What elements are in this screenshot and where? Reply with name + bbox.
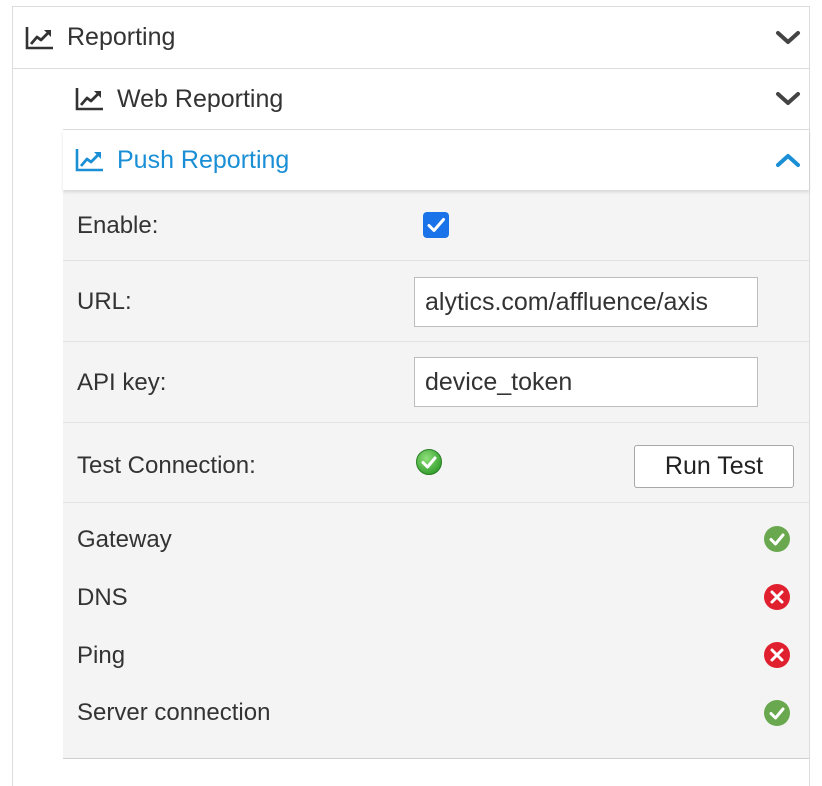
check-circle-icon [764,526,790,552]
reporting-header[interactable]: Reporting [13,7,809,69]
chevron-down-icon[interactable] [775,29,801,47]
web-reporting-title: Web Reporting [117,84,284,113]
reporting-panel: Reporting Web Reporting Push Reporting E… [12,6,810,786]
url-row: URL: alytics.com/affluence/axis [63,261,809,342]
push-reporting-header[interactable]: Push Reporting [63,130,809,190]
error-circle-icon [764,642,790,668]
web-reporting-header[interactable]: Web Reporting [63,69,809,130]
diag-label-dns: DNS [77,584,128,611]
chevron-down-icon[interactable] [775,90,801,108]
check-circle-icon [764,700,790,726]
error-circle-icon [764,584,790,610]
test-connection-row: Test Connection: Run Test [63,423,809,503]
diag-label-server-connection: Server connection [77,699,271,726]
chevron-up-icon[interactable] [775,151,801,169]
line-chart-icon [25,26,53,49]
check-circle-icon [416,449,442,475]
line-chart-icon [75,88,103,111]
diag-label-gateway: Gateway [77,526,172,553]
test-connection-label: Test Connection: [77,452,256,479]
reporting-title: Reporting [67,23,176,51]
checkmark-icon [427,218,445,232]
api-key-label: API key: [77,369,167,396]
url-input[interactable]: alytics.com/affluence/axis [414,277,758,327]
line-chart-icon [75,149,103,172]
url-label: URL: [77,288,132,315]
api-key-row: API key: device_token [63,342,809,423]
push-reporting-title: Push Reporting [117,145,290,174]
push-reporting-content: Enable: URL: alytics.com/affluence/axis … [63,190,809,759]
api-key-input[interactable]: device_token [414,357,758,407]
enable-row: Enable: [63,190,809,261]
diag-label-ping: Ping [77,642,126,669]
run-test-button[interactable]: Run Test [634,445,794,488]
enable-label: Enable: [77,212,159,239]
enable-checkbox[interactable] [423,212,449,238]
